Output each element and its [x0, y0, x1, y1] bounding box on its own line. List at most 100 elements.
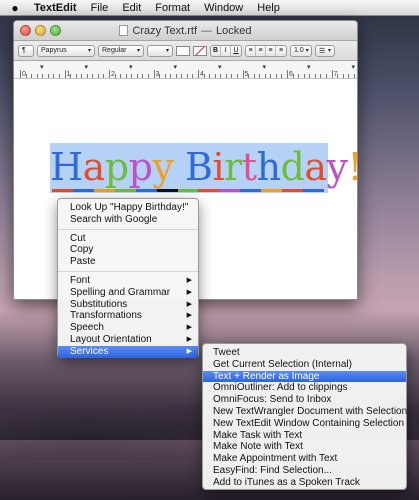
services-item[interactable]: Tweet [203, 347, 406, 359]
font-style-popup[interactable]: Regular ▾ [98, 44, 144, 57]
ruler-tick [287, 70, 288, 78]
apple-icon[interactable]: ● [8, 1, 22, 15]
menu-item-paste[interactable]: Paste [58, 256, 198, 268]
ruler-tick [53, 74, 55, 78]
services-item[interactable]: EasyFind: Find Selection... [203, 465, 406, 477]
tab-stop-icon[interactable]: ▾ [352, 63, 356, 71]
ruler-tick [248, 74, 250, 78]
align-left-icon[interactable]: ≡ [246, 45, 256, 56]
underline-segment [114, 189, 136, 192]
list-icon: ☰ [319, 47, 326, 55]
menu-edit[interactable]: Edit [122, 2, 141, 14]
ruler-tick [186, 74, 188, 78]
menu-textedit[interactable]: TextEdit [34, 2, 77, 14]
menu-window[interactable]: Window [204, 2, 243, 14]
ruler-tick [31, 74, 33, 78]
line-spacing-value: 1.0 [294, 47, 304, 54]
ruler-tick [120, 74, 122, 78]
menu-item-search-google[interactable]: Search with Google [58, 214, 198, 226]
services-item[interactable]: Add to iTunes as a Spoken Track [203, 477, 406, 489]
chevron-down-icon: ▾ [165, 48, 169, 54]
ruler-tick [353, 74, 355, 78]
ruler-tick [292, 74, 294, 78]
menu-file[interactable]: File [91, 2, 109, 14]
text-letter: B [185, 145, 213, 189]
align-center-icon[interactable]: ≡ [256, 45, 266, 56]
title-bar[interactable]: Crazy Text.rtf — Locked [14, 21, 357, 41]
underline-segment [219, 189, 241, 192]
tab-stop-icon[interactable]: ▾ [174, 63, 178, 71]
services-item[interactable]: Get Current Selection (Internal) [203, 359, 406, 371]
style-buttons: B I U [210, 44, 242, 57]
ruler[interactable]: 0 ▾ 1 ▾ 2 ▾ 3 ▾ 4 ▾ 5 ▾ 6 ▾ 7 ▾ [14, 61, 357, 79]
menu-item-look-up[interactable]: Look Up "Happy Birthday!" [58, 202, 198, 214]
title-separator: — [201, 24, 213, 37]
format-bar: ¶ Papyrus ▾ Regular ▾ ▾ B I U ≡ ≡ ≡ ≡ 1.0 ▾… [14, 41, 357, 61]
align-justify-icon[interactable]: ≡ [276, 46, 286, 56]
services-item[interactable]: OmniOutliner: Add to clippings [203, 382, 406, 394]
minimize-button[interactable] [35, 25, 46, 36]
font-size-popup[interactable]: ▾ [147, 44, 173, 57]
tab-stop-icon[interactable]: ▾ [263, 63, 267, 71]
services-item[interactable]: Make Note with Text [203, 441, 406, 453]
menu-item-cut[interactable]: Cut [58, 233, 198, 245]
underline-segment [135, 189, 157, 192]
tab-stop-icon[interactable]: ▾ [218, 63, 222, 71]
menu-item-services[interactable]: Services ▶ [58, 345, 198, 358]
tab-stop-icon[interactable]: ▾ [85, 63, 89, 71]
tab-stop-icon[interactable]: ▾ [129, 63, 133, 71]
text-letter: d [280, 145, 305, 189]
services-item[interactable]: New TextEdit Window Containing Selection [203, 418, 406, 430]
line-spacing-popup[interactable]: 1.0 ▾ [290, 44, 312, 57]
tab-stop-icon[interactable]: ▾ [40, 63, 44, 71]
ruler-tick [303, 74, 305, 78]
list-popup[interactable]: ☰ ▾ [315, 44, 335, 57]
menu-format[interactable]: Format [155, 2, 190, 14]
services-item[interactable]: New TextWrangler Document with Selection [203, 406, 407, 418]
document-icon[interactable] [119, 25, 129, 36]
menu-item-font[interactable]: Font ▶ [58, 275, 198, 287]
ruler-tick [170, 74, 172, 78]
underline-button[interactable]: U [231, 46, 241, 56]
italic-button[interactable]: I [221, 45, 231, 56]
ruler-tick [147, 74, 149, 78]
background-color-swatch[interactable] [193, 45, 207, 56]
menu-item-speech[interactable]: Speech ▶ [58, 322, 198, 334]
zoom-button[interactable] [50, 25, 61, 36]
ruler-tick [136, 74, 138, 78]
menu-help[interactable]: Help [257, 2, 280, 14]
menu-item-layout-orientation[interactable]: Layout Orientation ▶ [58, 334, 198, 346]
ruler-tick [20, 70, 21, 78]
services-item[interactable]: Make Task with Text [203, 430, 406, 442]
font-family-popup[interactable]: Papyrus ▾ [37, 44, 95, 57]
underline-segment [177, 189, 199, 192]
locked-status[interactable]: Locked [216, 25, 251, 37]
bold-button[interactable]: B [211, 45, 221, 56]
text-color-swatch[interactable] [176, 45, 190, 56]
menu-item-transformations[interactable]: Transformations ▶ [58, 310, 198, 322]
tab-stop-icon[interactable]: ▾ [307, 63, 311, 71]
text-letter: p [128, 145, 153, 189]
menu-item-substitutions[interactable]: Substitutions ▶ [58, 299, 198, 311]
paragraph-style-popup[interactable]: ¶ [18, 44, 34, 57]
menu-item-copy[interactable]: Copy [58, 244, 198, 256]
ruler-tick [231, 74, 233, 78]
submenu-arrow-icon: ▶ [186, 288, 192, 296]
underline-segment [72, 189, 94, 192]
services-item[interactable]: OmniFocus: Send to Inbox [203, 394, 406, 406]
underline-segment [261, 189, 283, 192]
services-item[interactable]: Make Appointment with Text [203, 453, 406, 465]
menu-item-spelling[interactable]: Spelling and Grammar ▶ [58, 287, 198, 299]
document-text[interactable]: Happy Birthday! [50, 145, 357, 189]
underline-segment [240, 189, 262, 192]
ruler-tick [331, 70, 333, 78]
text-letter: r [224, 145, 242, 189]
underline-segment [303, 189, 324, 192]
services-item[interactable]: Text + Render as Image [203, 370, 406, 383]
align-right-icon[interactable]: ≡ [266, 45, 276, 56]
ruler-tick [97, 74, 99, 78]
ruler-tick [348, 74, 350, 78]
close-button[interactable] [20, 25, 31, 36]
ruler-tick [70, 74, 72, 78]
text-letter: i [212, 145, 225, 189]
